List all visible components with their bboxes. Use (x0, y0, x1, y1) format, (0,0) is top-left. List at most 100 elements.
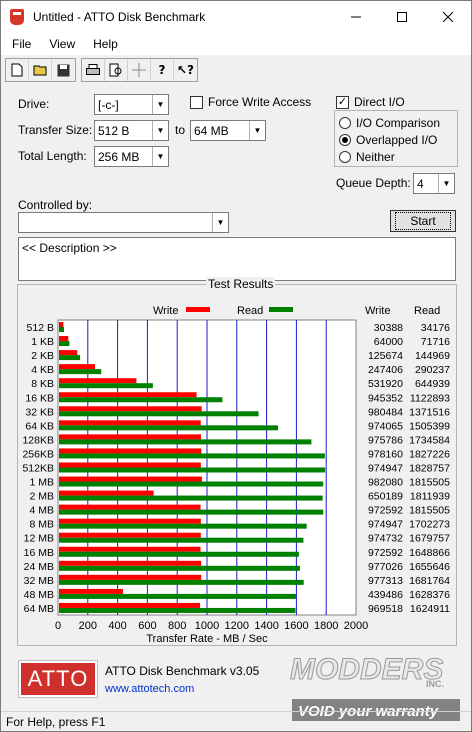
total-length-select[interactable]: 256 MB ▼ (94, 146, 169, 167)
atto-logo-text: ATTO (27, 666, 89, 691)
write-bar (59, 322, 64, 327)
close-icon (443, 12, 453, 22)
context-help-button[interactable]: ↖? (174, 59, 197, 81)
transfer-size-from-value: 512 B (98, 123, 130, 138)
write-value-label: 974065 (368, 420, 403, 432)
read-bar (59, 481, 324, 487)
write-bar (59, 588, 123, 594)
chevron-down-icon: ▼ (249, 121, 265, 140)
legend-write-swatch (186, 307, 210, 312)
read-value-label: 1624911 (410, 603, 450, 615)
maximize-icon (397, 12, 407, 22)
status-text: For Help, press F1 (6, 715, 106, 729)
read-bar (59, 327, 64, 332)
transfer-size-from-select[interactable]: 512 B ▼ (94, 120, 169, 141)
chevron-down-icon: ▼ (152, 147, 168, 166)
y-category-label: 32 MB (24, 575, 54, 587)
read-bar (59, 397, 223, 403)
x-tick-label: 1400 (254, 620, 278, 632)
read-value-label: 290237 (415, 364, 450, 376)
read-bar (59, 607, 296, 613)
write-bar (59, 602, 201, 608)
y-category-label: 1 KB (31, 336, 54, 348)
read-value-label: 1648866 (409, 547, 450, 559)
menu-view[interactable]: View (38, 37, 82, 51)
overlapped-io-radio[interactable]: Overlapped I/O (339, 133, 437, 147)
y-category-label: 2 KB (31, 350, 54, 362)
write-value-label: 982080 (368, 477, 403, 489)
neither-radio[interactable]: Neither (339, 150, 395, 164)
drive-value: [-c-] (98, 97, 119, 112)
app-version: ATTO Disk Benchmark v3.05 (105, 664, 260, 678)
write-bar (59, 434, 201, 440)
website-link[interactable]: www.attotech.com (105, 683, 194, 695)
read-value-label: 1815505 (409, 505, 450, 517)
force-write-access-checkbox[interactable]: Force Write Access (190, 95, 311, 109)
write-value-label: 978160 (368, 448, 403, 460)
read-value-label: 1702273 (409, 519, 450, 531)
write-bar (59, 490, 154, 496)
y-category-label: 128KB (22, 434, 54, 446)
x-tick-label: 1600 (284, 620, 308, 632)
benchmark-chart: 0 200 400 600 800 1000 1200 1400 1600 1800 2000 Wri… (22, 305, 450, 645)
read-value-label: 1122893 (410, 392, 450, 404)
total-length-value: 256 MB (98, 149, 140, 164)
minimize-button[interactable] (333, 1, 379, 33)
read-bar (59, 509, 324, 515)
io-comparison-label: I/O Comparison (356, 116, 441, 130)
y-category-label: 16 KB (25, 392, 54, 404)
y-category-label: 512 B (27, 322, 54, 334)
direct-io-checkbox[interactable]: ✓ Direct I/O (336, 95, 405, 109)
print-button[interactable] (82, 59, 105, 81)
write-value-label: 972592 (368, 547, 403, 559)
write-bar (59, 406, 202, 412)
queue-depth-select[interactable]: 4 ▼ (413, 173, 455, 194)
read-value-label: 1628376 (409, 589, 450, 601)
new-button[interactable] (6, 59, 29, 81)
write-bar (59, 546, 201, 552)
drive-select[interactable]: [-c-] ▼ (94, 94, 169, 115)
column-header-read: Read (414, 305, 440, 317)
title-bar[interactable]: Untitled - ATTO Disk Benchmark (1, 1, 471, 33)
x-axis-label: Transfer Rate - MB / Sec (146, 633, 268, 645)
checkmark-icon: ✓ (336, 95, 349, 109)
write-value-label: 945352 (368, 392, 403, 404)
queue-depth-label: Queue Depth: (336, 176, 411, 190)
io-comparison-radio[interactable]: I/O Comparison (339, 116, 440, 130)
write-value-label: 977313 (368, 575, 403, 587)
open-button[interactable] (29, 59, 52, 81)
menu-help[interactable]: Help (82, 37, 125, 51)
status-bar: For Help, press F1 (1, 711, 471, 731)
start-button[interactable]: Start (390, 210, 456, 232)
help-button[interactable]: ? (151, 59, 174, 81)
write-bar (59, 504, 201, 510)
y-category-label: 8 MB (29, 519, 54, 531)
write-value-label: 977026 (368, 561, 403, 573)
watermark-line1: MODDERS (290, 653, 443, 686)
move-button[interactable] (128, 59, 151, 81)
x-tick-label: 1000 (195, 620, 219, 632)
read-value-label: 1734584 (409, 434, 450, 446)
maximize-button[interactable] (379, 1, 425, 33)
help-icon: ? (158, 63, 166, 77)
read-value-label: 1371516 (409, 406, 450, 418)
overlapped-io-label: Overlapped I/O (356, 133, 438, 147)
write-value-label: 531920 (368, 378, 403, 390)
menu-file[interactable]: File (1, 37, 38, 51)
write-bar (59, 392, 197, 398)
context-help-icon: ↖? (176, 63, 194, 77)
write-value-label: 969518 (368, 603, 403, 615)
description-box[interactable]: << Description >> (18, 237, 456, 281)
x-tick-label: 2000 (344, 620, 368, 632)
queue-depth-value: 4 (417, 176, 424, 191)
read-bar (59, 355, 81, 361)
read-bar (59, 551, 299, 557)
print-preview-button[interactable] (105, 59, 128, 81)
menu-bar: File View Help (1, 33, 471, 55)
x-tick-label: 600 (138, 620, 156, 632)
transfer-size-to-select[interactable]: 64 MB ▼ (190, 120, 266, 141)
read-bar (59, 593, 296, 599)
close-button[interactable] (425, 1, 471, 33)
controlled-by-select[interactable]: ▼ (18, 212, 229, 233)
save-button[interactable] (52, 59, 75, 81)
